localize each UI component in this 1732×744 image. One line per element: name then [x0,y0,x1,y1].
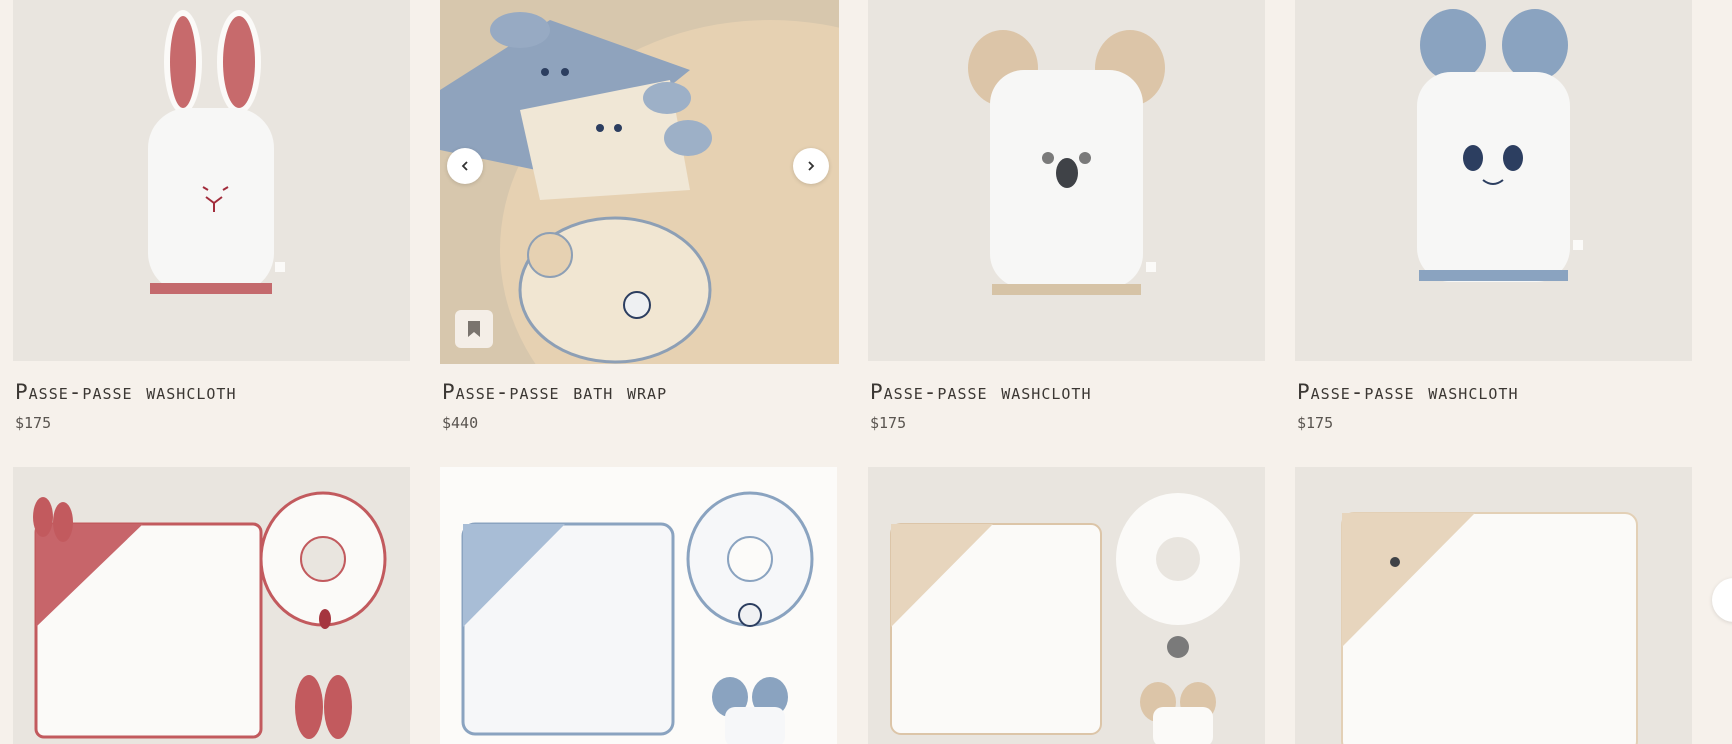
product-title[interactable]: Passe-passe washcloth [870,380,1091,404]
product-image[interactable] [13,467,410,744]
product-image[interactable] [440,467,837,744]
chevron-right-icon [808,161,815,171]
carousel-prev-button[interactable] [447,148,483,184]
product-price: $440 [442,414,479,432]
product-price: $175 [870,414,907,432]
product-title[interactable]: Passe-passe washcloth [15,380,236,404]
product-card[interactable]: Passe-passe washcloth $175 [13,0,410,440]
product-card[interactable] [868,467,1265,744]
product-image[interactable] [868,467,1265,744]
product-price: $175 [15,414,52,432]
product-image[interactable] [13,0,410,361]
scroll-to-top-button[interactable] [1712,578,1732,622]
product-card[interactable] [440,467,837,744]
product-title[interactable]: Passe-passe washcloth [1297,380,1518,404]
product-image[interactable] [1295,467,1692,744]
product-image-carousel[interactable] [440,0,839,364]
product-card[interactable]: Passe-passe washcloth $175 [868,0,1265,440]
product-price: $175 [1297,414,1334,432]
product-card[interactable] [13,467,410,744]
carousel-next-button[interactable] [793,148,829,184]
product-image[interactable] [868,0,1265,361]
product-card[interactable] [1295,467,1692,744]
product-image[interactable] [1295,0,1692,361]
product-card[interactable]: Passe-passe bath wrap $440 [440,0,839,440]
bookmark-icon [468,321,480,337]
product-card[interactable]: Passe-passe washcloth $175 [1295,0,1692,440]
wishlist-button[interactable] [455,310,493,348]
product-title[interactable]: Passe-passe bath wrap [442,380,667,404]
chevron-left-icon [461,161,468,171]
product-grid: Passe-passe washcloth $175 Passe-passe b… [0,0,1732,744]
